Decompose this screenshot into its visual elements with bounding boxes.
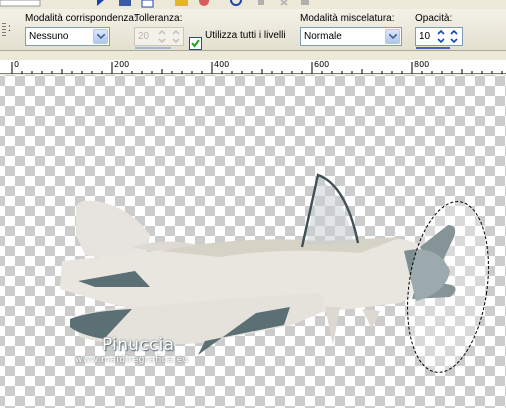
slider-icon[interactable] bbox=[436, 29, 447, 44]
close-icon[interactable] bbox=[280, 0, 288, 6]
ruler-ticks bbox=[11, 62, 503, 74]
opacity-value: 10 bbox=[419, 31, 431, 42]
menu-icon[interactable] bbox=[301, 0, 309, 5]
image-canvas[interactable]: Pinuccia www.maidiregrafica.eu bbox=[0, 75, 506, 408]
stop-icon[interactable] bbox=[199, 0, 209, 6]
watermark-name: Pinuccia bbox=[102, 335, 175, 355]
tolerance-label: Tolleranza: bbox=[134, 13, 183, 24]
toolbar-icons bbox=[0, 0, 309, 8]
canopy-glass bbox=[306, 179, 354, 245]
ruler-label: 0 bbox=[14, 60, 20, 69]
match-mode-label: Modalità corrispondenza: bbox=[25, 13, 137, 24]
layers-icon[interactable] bbox=[141, 0, 154, 8]
match-mode-value: Nessuno bbox=[29, 31, 69, 42]
ruler-label: 600 bbox=[314, 60, 330, 69]
chevron-down-icon[interactable] bbox=[93, 29, 108, 44]
opacity-underline bbox=[416, 47, 450, 49]
ruler-label: 800 bbox=[414, 60, 430, 69]
spinner-icon[interactable] bbox=[449, 29, 460, 44]
spray-icon[interactable] bbox=[119, 0, 131, 6]
blend-mode-label: Modalità miscelatura: bbox=[300, 13, 395, 24]
tolerance-input[interactable]: 20 bbox=[134, 27, 184, 49]
blend-mode-select[interactable]: Normale bbox=[300, 27, 402, 46]
refresh-icon[interactable] bbox=[230, 0, 242, 6]
all-layers-checkbox[interactable] bbox=[189, 37, 202, 50]
opacity-input[interactable]: 10 bbox=[415, 27, 463, 49]
ruler-label: 200 bbox=[114, 60, 130, 69]
tail-wheel bbox=[362, 309, 380, 329]
horizontal-ruler: 0 200 400 600 800 bbox=[0, 60, 506, 74]
match-mode-select[interactable]: Nessuno bbox=[25, 27, 110, 46]
arrow-icon[interactable] bbox=[97, 0, 104, 6]
slider-icon[interactable] bbox=[157, 29, 168, 44]
all-layers-label: Utilizza tutti i livelli bbox=[205, 30, 286, 41]
pause-icon[interactable] bbox=[258, 0, 264, 5]
spinner-icon[interactable] bbox=[171, 29, 182, 44]
palette-grip[interactable] bbox=[2, 23, 6, 37]
ruler-label: 400 bbox=[214, 60, 230, 69]
propeller-selection[interactable] bbox=[397, 196, 498, 377]
tolerance-underline bbox=[135, 47, 171, 49]
opacity-label: Opacità: bbox=[415, 13, 453, 24]
blend-mode-value: Normale bbox=[304, 31, 342, 42]
top-toolbar-strip bbox=[0, 0, 506, 9]
open-folder-icon[interactable] bbox=[175, 0, 188, 6]
tolerance-value: 20 bbox=[138, 31, 150, 42]
watermark-url: www.maidiregrafica.eu bbox=[75, 355, 189, 365]
chevron-down-icon[interactable] bbox=[385, 29, 400, 44]
tool-options-palette: : Modalità corrispondenza: Nessuno Tolle… bbox=[0, 9, 506, 51]
palette-mark: : bbox=[8, 23, 11, 34]
landing-gear bbox=[325, 307, 340, 345]
